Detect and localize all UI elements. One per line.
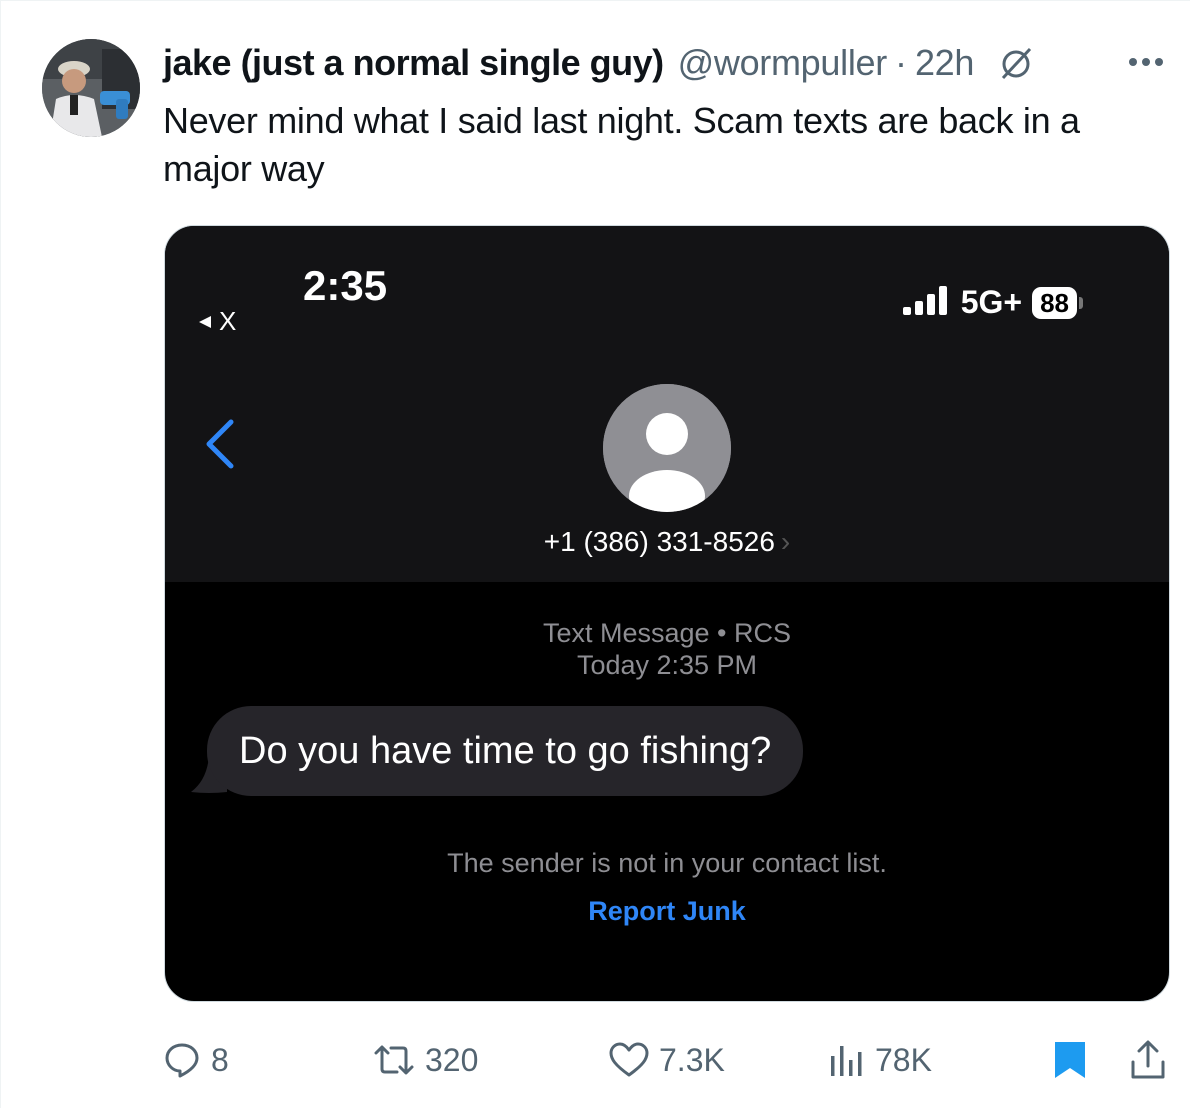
- tweet-media[interactable]: 2:35 X 5G+ 88 +1 (386) 331-8526 › Text M…: [164, 225, 1170, 1002]
- tweet-header: jake (just a normal single guy) @wormpul…: [163, 41, 1036, 85]
- separator: ·: [894, 42, 907, 83]
- views-icon: [829, 1042, 865, 1078]
- tweet-time[interactable]: 22h: [915, 42, 974, 84]
- chevron-right-icon: ›: [780, 526, 791, 557]
- repost-button[interactable]: 320: [373, 1035, 478, 1085]
- like-count: 7.3K: [659, 1041, 725, 1078]
- views-button[interactable]: 78K: [829, 1035, 932, 1085]
- back-chevron-icon: [201, 414, 241, 474]
- like-button[interactable]: 7.3K: [609, 1035, 725, 1085]
- message-type: Text Message • RCS: [542, 618, 792, 648]
- status-time: 2:35: [303, 262, 388, 309]
- status-back-to-app: X: [197, 306, 236, 337]
- tweet: jake (just a normal single guy) @wormpul…: [0, 0, 1190, 1108]
- action-bar: 8 320 7.3K 78K: [163, 1035, 1173, 1085]
- reply-icon: [163, 1041, 201, 1079]
- contact-number: +1 (386) 331-8526 ›: [165, 526, 1169, 558]
- unknown-sender-notice: The sender is not in your contact list.: [447, 848, 887, 878]
- bookmark-button[interactable]: [1053, 1035, 1087, 1085]
- bookmark-icon: [1053, 1040, 1087, 1080]
- report-junk-link: Report Junk: [588, 896, 746, 926]
- reply-button[interactable]: 8: [163, 1035, 229, 1085]
- avatar[interactable]: [42, 39, 140, 137]
- repost-count: 320: [425, 1041, 479, 1078]
- share-button[interactable]: [1129, 1035, 1167, 1085]
- grok-icon[interactable]: [996, 43, 1036, 83]
- more-icon[interactable]: [1126, 47, 1166, 77]
- like-icon: [609, 1042, 649, 1078]
- network-type: 5G+: [960, 284, 1023, 320]
- repost-icon: [373, 1041, 415, 1079]
- display-name[interactable]: jake (just a normal single guy): [163, 42, 664, 84]
- status-indicators: 5G+ 88: [902, 284, 1083, 321]
- message-bubble: Do you have time to go fishing?: [207, 706, 804, 796]
- contact-avatar: [603, 384, 731, 512]
- back-triangle-icon: [197, 306, 213, 337]
- signal-icon: [902, 285, 951, 320]
- user-handle[interactable]: @wormpuller: [678, 42, 888, 84]
- contact-number-text: +1 (386) 331-8526: [543, 526, 775, 557]
- tweet-text: Never mind what I said last night. Scam …: [163, 100, 1080, 189]
- share-icon: [1129, 1040, 1167, 1080]
- battery-icon: [1079, 296, 1083, 309]
- view-count: 78K: [875, 1041, 932, 1078]
- back-app-label: X: [219, 306, 237, 336]
- reply-count: 8: [211, 1041, 229, 1078]
- battery-level: 88: [1032, 286, 1077, 319]
- message-timestamp: Today 2:35 PM: [576, 650, 758, 680]
